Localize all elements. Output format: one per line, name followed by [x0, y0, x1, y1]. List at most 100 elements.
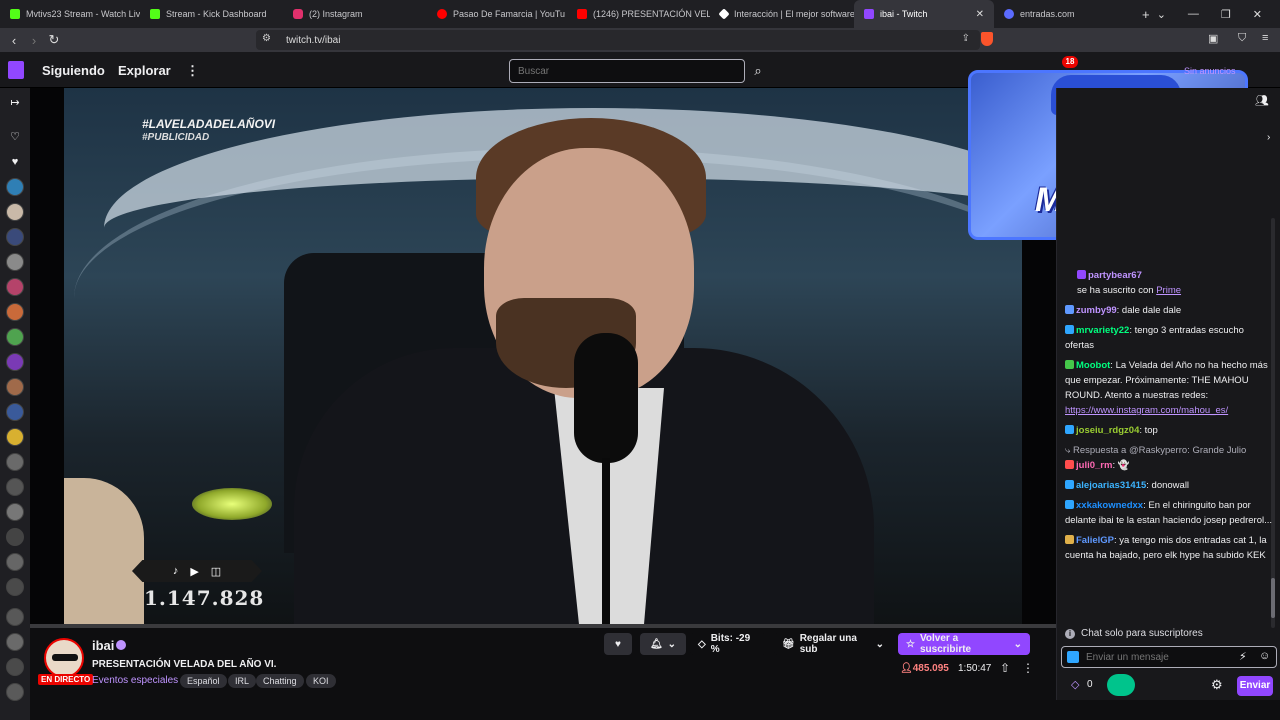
chat-username[interactable]: Moobot: [1076, 360, 1110, 371]
twitch-logo-icon[interactable]: [8, 61, 24, 79]
no-ads-label[interactable]: Sin anuncios: [1184, 66, 1236, 76]
resubscribe-button[interactable]: ☆ Volver a suscribirte ⌄: [898, 633, 1030, 655]
minimize-icon[interactable]: —: [1188, 8, 1199, 20]
followed-channel-avatar[interactable]: [6, 253, 24, 271]
url-field[interactable]: ⚙ twitch.tv/ibai ⇪: [256, 30, 980, 50]
browser-tab-entradas[interactable]: entradas.com: [994, 0, 1134, 28]
chat-username[interactable]: xxkakownedxx: [1076, 500, 1143, 511]
tag-irl[interactable]: IRL: [228, 674, 257, 688]
followed-channel-avatar[interactable]: [6, 178, 24, 196]
hashtag-overlay: #LAVELADADELAÑOVI #PUBLICIDAD: [142, 118, 275, 144]
followed-channel-avatar[interactable]: [6, 478, 24, 496]
followed-channel-avatar[interactable]: [6, 403, 24, 421]
followed-channel-avatar[interactable]: [6, 428, 24, 446]
followed-channel-avatar[interactable]: [6, 503, 24, 521]
share-icon[interactable]: ⇧: [1000, 661, 1010, 675]
brave-shield-icon[interactable]: [981, 32, 993, 46]
browser-tab-interaccion[interactable]: Interacción | El mejor software: [710, 0, 854, 28]
channel-avatar[interactable]: [44, 638, 84, 678]
emote-picker-icon[interactable]: ☺: [1259, 650, 1270, 662]
send-button[interactable]: Enviar: [1237, 676, 1273, 696]
chat-scrollbar-thumb[interactable]: [1271, 578, 1275, 618]
followed-channel-avatar[interactable]: [6, 228, 24, 246]
followed-channels-icon[interactable]: ♡: [7, 130, 23, 143]
followed-channel-avatar[interactable]: [6, 328, 24, 346]
channel-name[interactable]: ibai: [92, 638, 114, 653]
browser-tab-ibai-twitch[interactable]: ibai - Twitch ✕: [854, 0, 994, 28]
close-tab-icon[interactable]: ✕: [976, 9, 984, 20]
notifications-button[interactable]: 🔔︎ ⌄: [640, 633, 686, 655]
heart-icon[interactable]: ♥: [7, 156, 23, 168]
chat-link[interactable]: https://www.instagram.com/mahou_es/: [1065, 405, 1228, 416]
followed-channel-avatar[interactable]: [6, 303, 24, 321]
browser-tab-instagram[interactable]: (2) Instagram: [283, 0, 427, 28]
followed-channel-avatar[interactable]: [6, 683, 24, 701]
tab-search-icon[interactable]: ⌄: [1157, 8, 1166, 21]
tag-espanol[interactable]: Español: [180, 674, 227, 688]
browser-tab-youtube-presentacion[interactable]: (1246) PRESENTACIÓN VELADA: [567, 0, 710, 28]
viewer-count: 👤︎485.095: [900, 663, 949, 674]
browser-tab-kick-dashboard[interactable]: Stream - Kick Dashboard: [140, 0, 283, 28]
restore-icon[interactable]: ❐: [1221, 8, 1231, 21]
chat-message: Moobot: La Velada del Año no ha hecho má…: [1065, 358, 1273, 418]
chat-username[interactable]: juli0_rm: [1076, 460, 1112, 471]
chat-username[interactable]: alejoarias31415: [1076, 480, 1146, 491]
site-info-icon[interactable]: ⚙: [262, 33, 271, 44]
followed-channel-avatar[interactable]: [6, 453, 24, 471]
close-window-icon[interactable]: ✕: [1253, 8, 1262, 21]
bell-icon: 🔔︎: [649, 638, 663, 650]
followed-channel-avatar[interactable]: [6, 608, 24, 626]
followed-channel-avatar[interactable]: [6, 353, 24, 371]
followed-channel-avatar[interactable]: [6, 278, 24, 296]
followed-channel-avatar[interactable]: [6, 528, 24, 546]
bits-cheer-icon[interactable]: ⚡︎: [1239, 650, 1247, 663]
search-input[interactable]: [509, 59, 745, 83]
tag-koi[interactable]: KOI: [306, 674, 336, 688]
nav-following[interactable]: Siguiendo: [42, 63, 105, 78]
chat-username[interactable]: FalielGP: [1076, 535, 1114, 546]
followed-channel-avatar[interactable]: [6, 633, 24, 651]
followed-channel-avatar[interactable]: [6, 578, 24, 596]
notification-badge[interactable]: 18: [1062, 56, 1078, 68]
bits-button[interactable]: ◇ Bits: -29 %: [690, 633, 766, 655]
reply-context[interactable]: ⤷ Respuesta a @Raskyperro: Grande Julio: [1065, 443, 1273, 458]
prime-link[interactable]: Prime: [1156, 285, 1181, 296]
chevron-right-icon[interactable]: ›: [1267, 132, 1270, 143]
community-icon[interactable]: 👥︎: [1255, 94, 1269, 107]
browser-tab-youtube-farmacia[interactable]: Pasao De Famarcia | YouTu: [427, 0, 567, 28]
more-options-icon[interactable]: ⋮: [1022, 661, 1034, 675]
back-icon[interactable]: ‹: [4, 33, 24, 48]
reload-icon[interactable]: ↻: [44, 32, 64, 48]
tab-title: Stream - Kick Dashboard: [166, 9, 267, 19]
followed-channel-avatar[interactable]: [6, 658, 24, 676]
sidebar-toggle-icon[interactable]: ▣: [1208, 32, 1218, 45]
followed-channel-avatar[interactable]: [6, 378, 24, 396]
chat-username[interactable]: joseiu_rdgz04: [1076, 425, 1139, 436]
nav-explore[interactable]: Explorar: [118, 63, 171, 78]
chat-username[interactable]: partybear67: [1088, 270, 1142, 281]
browser-tab-mvtivs[interactable]: Mvtivs23 Stream - Watch Live: [0, 0, 140, 28]
chat-username[interactable]: zumby99: [1076, 305, 1117, 316]
follow-heart-button[interactable]: ♥: [604, 633, 632, 655]
new-tab-button[interactable]: +: [1134, 7, 1158, 22]
tag-chatting[interactable]: Chatting: [256, 674, 304, 688]
category-link[interactable]: Eventos especiales: [92, 675, 178, 686]
share-icon[interactable]: ⇪: [962, 33, 970, 44]
more-menu-icon[interactable]: ⋮: [186, 63, 199, 79]
gift-sub-button[interactable]: 🎁︎ Regalar una sub ⌄: [774, 633, 892, 655]
viewer-icon: 👤︎: [900, 663, 913, 674]
vpn-icon[interactable]: ⛉: [1238, 32, 1246, 45]
followed-channel-avatar[interactable]: [6, 203, 24, 221]
menu-icon[interactable]: ≡: [1262, 32, 1268, 44]
tab-title: entradas.com: [1020, 9, 1075, 19]
live-badge: EN DIRECTO: [38, 674, 94, 685]
chat-badge-icon[interactable]: [1067, 651, 1079, 663]
followed-channel-avatar[interactable]: [6, 553, 24, 571]
video-player[interactable]: #LAVELADADELAÑOVI #PUBLICIDAD ♪ ▶ ◫ 1.14…: [30, 88, 1056, 628]
search-icon[interactable]: ⌕: [746, 59, 770, 83]
chat-username[interactable]: mrvariety22: [1076, 325, 1129, 336]
chat-settings-icon[interactable]: ⚙: [1211, 677, 1223, 693]
claim-points-button[interactable]: [1107, 674, 1135, 696]
forward-icon[interactable]: ›: [24, 33, 44, 48]
expand-sidebar-icon[interactable]: ↦: [7, 96, 23, 109]
